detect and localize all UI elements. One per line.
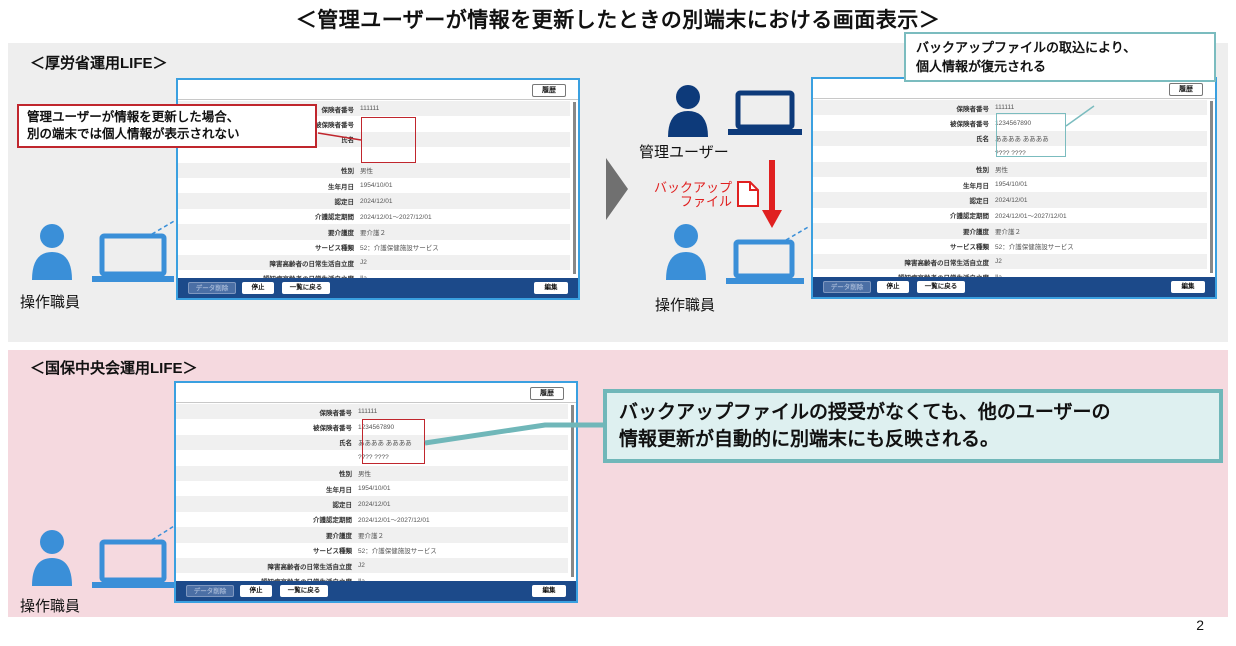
callout-auto-sync: バックアップファイルの授受がなくても、他のユーザーの 情報更新が自動的に別端末に… <box>603 389 1223 463</box>
operator-label-kokuho: 操作職員 <box>20 598 81 615</box>
callout-connector-kokuho <box>424 422 606 446</box>
slide: ＜管理ユーザーが情報を更新したときの別端末における画面表示＞ ＜厚労省運用LIF… <box>0 0 1236 646</box>
operator-with-laptop-icon-kokuho <box>32 525 175 588</box>
page-number: 2 <box>1196 617 1204 633</box>
